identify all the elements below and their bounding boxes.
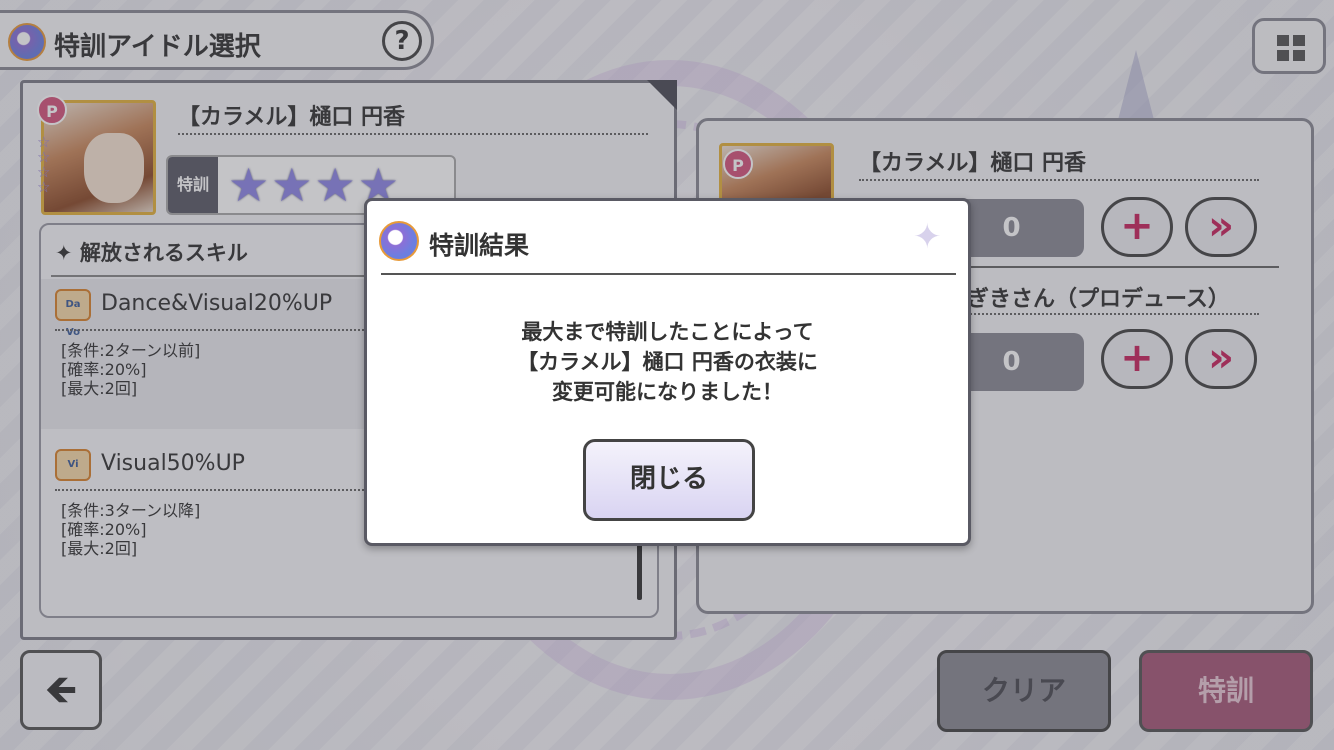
tokkun-result-dialog: 特訓結果 ✦ 最大まで特訓したことによって 【カラメル】樋口 円香の衣装に 変更… bbox=[364, 198, 971, 546]
dialog-title: 特訓結果 bbox=[429, 231, 530, 260]
message-line: 変更可能になりました！ bbox=[552, 380, 783, 404]
shiny-logo-icon bbox=[379, 221, 419, 261]
message-line: 最大まで特訓したことによって bbox=[521, 320, 814, 344]
sparkle-icon: ✦ bbox=[913, 217, 942, 257]
message-line: 【カラメル】樋口 円香の衣装に bbox=[517, 350, 818, 374]
divider bbox=[381, 273, 956, 275]
close-button[interactable]: 閉じる bbox=[583, 439, 755, 521]
dialog-message: 最大まで特訓したことによって 【カラメル】樋口 円香の衣装に 変更可能になりまし… bbox=[367, 317, 968, 407]
